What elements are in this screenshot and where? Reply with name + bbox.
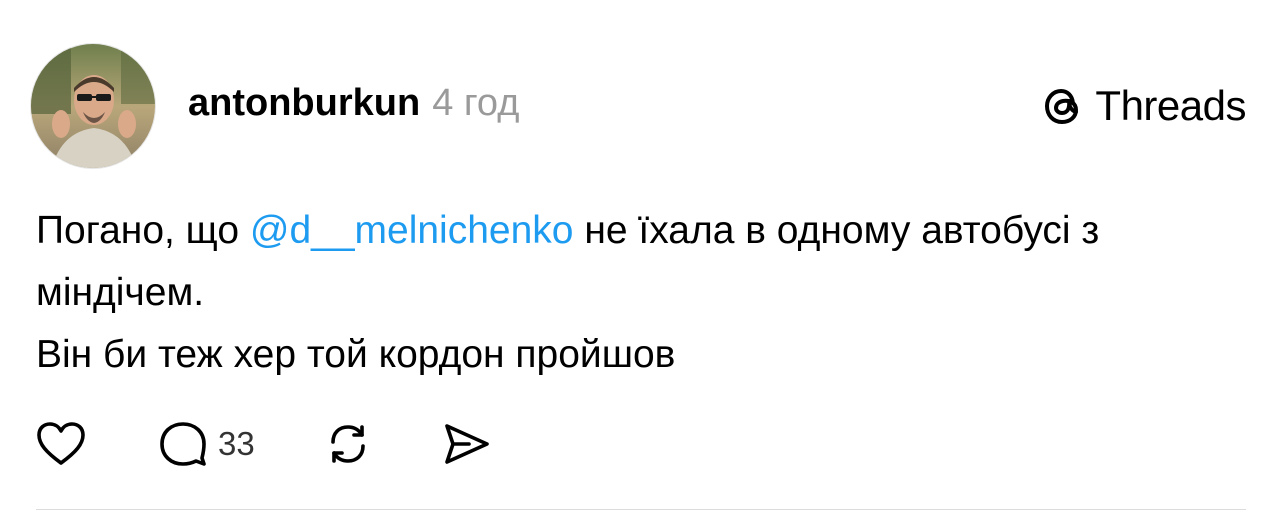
- reply-button[interactable]: 33: [158, 420, 255, 468]
- send-icon: [444, 424, 489, 464]
- mention-link[interactable]: @d__melnichenko: [250, 209, 574, 252]
- divider: [36, 509, 1246, 510]
- heart-icon: [37, 422, 85, 465]
- post-paragraph-2: Він би теж хер той кордон пройшов: [36, 333, 676, 376]
- post-text-prefix: Погано, що: [36, 209, 250, 252]
- repost-icon: [330, 425, 365, 463]
- threads-logo-icon: [1045, 89, 1079, 124]
- post-paragraph-1: Погано, що @d__melnichenko не їхала в од…: [36, 200, 1246, 324]
- reply-count: 33: [218, 425, 255, 462]
- like-button[interactable]: [36, 421, 86, 467]
- avatar[interactable]: [30, 43, 156, 169]
- post-timestamp: 4 год: [432, 82, 520, 124]
- post-text: Погано, що @d__melnichenko не їхала в од…: [36, 200, 1246, 386]
- threads-brand[interactable]: Threads: [1039, 80, 1246, 132]
- brand-name: Threads: [1095, 82, 1246, 129]
- avatar-photo: [31, 44, 155, 168]
- post-actions: 33: [36, 416, 491, 472]
- reply-bubble-icon: [160, 422, 206, 466]
- share-button[interactable]: [441, 420, 491, 468]
- repost-button[interactable]: [323, 420, 373, 468]
- post-header: antonburkun 4 год: [188, 82, 519, 132]
- author-username[interactable]: antonburkun: [188, 82, 420, 125]
